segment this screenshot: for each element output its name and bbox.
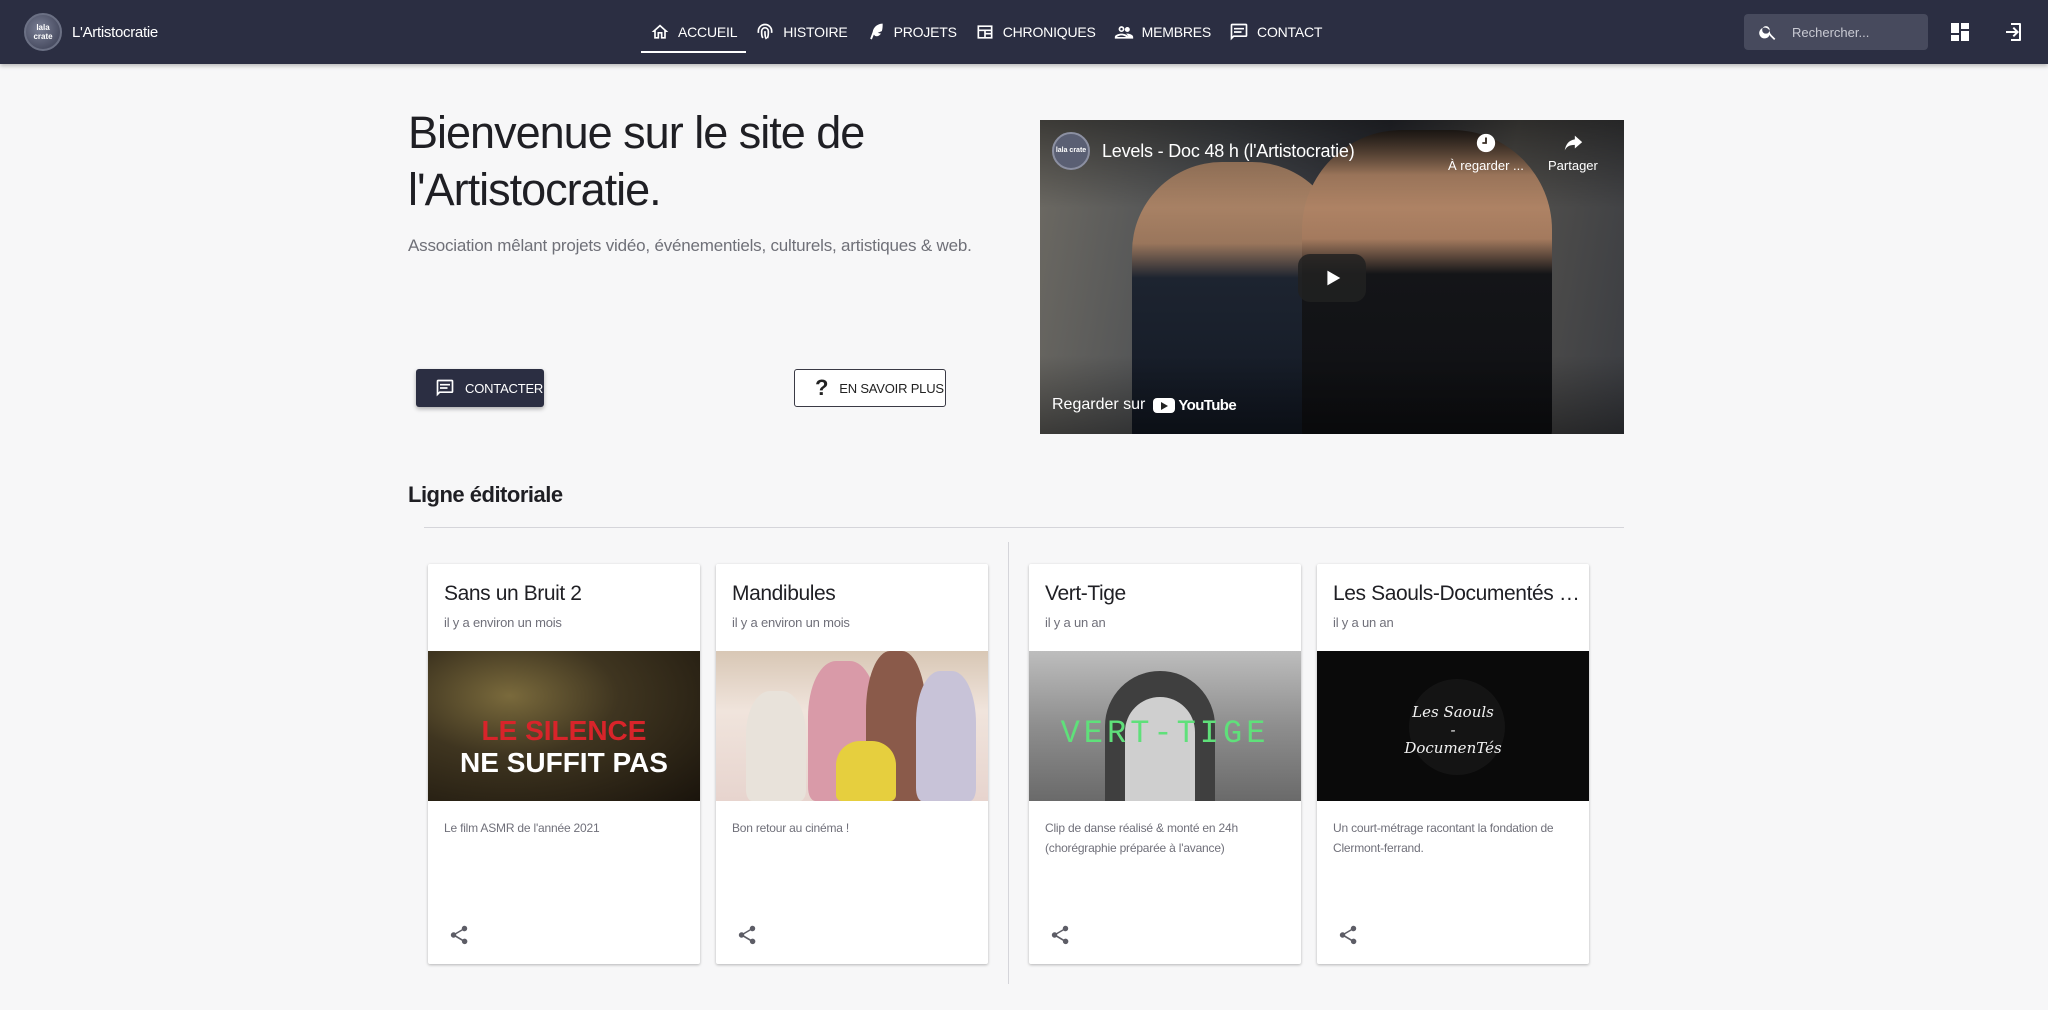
article-card[interactable]: Vert-Tige il y a un an VERT-TIGE Clip de… [1029,564,1301,964]
nav-label: Chroniques [1002,24,1096,40]
newspaper-icon [977,25,993,39]
nav-item-accueil[interactable]: Accueil [641,0,747,64]
play-icon [1327,270,1341,286]
main-nav: Accueil Histoire Projets Chroniques Memb… [641,0,1331,64]
dashboard-button[interactable] [1948,20,1972,44]
search-box[interactable] [1744,14,1928,50]
nav-label: Projets [893,24,957,40]
card-image[interactable]: LE SILENCE NE SUFFIT PAS [428,651,700,801]
people-icon [1114,26,1133,39]
nav-item-projets[interactable]: Projets [857,0,966,64]
logout-button[interactable] [2000,20,2024,44]
card-date: il y a environ un mois [732,615,850,630]
share-button[interactable] [1049,924,1073,948]
play-button[interactable] [1298,254,1366,302]
card-description: Un court-métrage racontant la fondation … [1333,821,1554,855]
youtube-icon [1153,397,1176,413]
share-icon [1051,925,1069,945]
card-title[interactable]: Vert-Tige [1045,582,1293,606]
page-subtitle: Association mêlant projets vidéo, événem… [408,236,972,255]
page-title: Bienvenue sur le site de l'Artistocratie… [408,107,865,215]
search-input[interactable] [1792,24,1912,40]
youtube-logo: YouTube [1153,397,1237,414]
divider [1008,542,1009,984]
article-card[interactable]: Les Saouls-Documentés (c... il y a un an… [1317,564,1589,964]
share-icon [738,925,756,945]
nav-label: Accueil [678,24,738,40]
message-icon [1230,23,1248,41]
share-icon [1339,925,1357,945]
top-app-bar: lala crate L'Artistocratie Accueil Histo… [0,0,2048,64]
dashboard-icon [1951,23,1969,41]
logout-icon [2006,23,2021,41]
card-description: Bon retour au cinéma ! [732,821,850,835]
home-icon [651,24,669,39]
brand[interactable]: lala crate L'Artistocratie [24,13,158,51]
nav-label: Histoire [783,24,848,40]
section-title: Ligne éditoriale [408,482,563,507]
card-image[interactable]: Les Saouls - DocumenTés [1317,651,1589,801]
search-icon [1759,26,1776,40]
card-image[interactable] [716,651,988,801]
article-card[interactable]: Mandibules il y a environ un mois Bon re… [716,564,988,964]
brand-logo: lala crate [24,13,62,51]
card-description: Le film ASMR de l'année 2021 [444,821,600,835]
nav-item-membres[interactable]: Membres [1105,0,1220,64]
clock-icon [1476,133,1496,153]
youtube-video-embed[interactable]: lala crate Levels - Doc 48 h (l'Artistoc… [1040,120,1624,434]
fingerprint-icon [757,23,773,40]
share-arrow-icon [1564,135,1583,151]
brand-name: L'Artistocratie [72,23,158,41]
message-icon [436,379,454,397]
nav-item-chroniques[interactable]: Chroniques [966,0,1105,64]
share-icon [450,925,468,945]
card-title[interactable]: Sans un Bruit 2 [444,582,692,606]
card-date: il y a un an [1333,615,1394,630]
divider [424,527,1624,528]
share-button[interactable] [736,924,760,948]
share-button[interactable] [448,924,472,948]
channel-avatar[interactable]: lala crate [1052,132,1090,170]
nav-item-histoire[interactable]: Histoire [746,0,856,64]
question-icon: ? [815,375,829,400]
card-image[interactable]: VERT-TIGE [1029,651,1301,801]
card-date: il y a un an [1045,615,1106,630]
card-title[interactable]: Mandibules [732,582,980,606]
card-title[interactable]: Les Saouls-Documentés (c... [1333,582,1581,606]
card-date: il y a environ un mois [444,615,562,630]
watch-on-youtube-link[interactable]: Regarder sur YouTube [1052,396,1237,414]
card-description: Clip de danse réalisé & monté en 24h (ch… [1045,821,1238,855]
contact-button-label: Contacter [465,380,544,396]
nav-label: Membres [1141,24,1212,40]
article-card[interactable]: Sans un Bruit 2 il y a environ un mois L… [428,564,700,964]
nav-label: Contact [1257,24,1323,40]
share-button[interactable] [1337,924,1361,948]
nav-item-contact[interactable]: Contact [1220,0,1331,64]
watch-later-button[interactable]: À regarder ... [1448,132,1524,173]
feather-icon [869,23,883,40]
contact-button[interactable]: Contacter [416,369,544,407]
share-video-button[interactable]: Partager [1548,132,1598,173]
video-title[interactable]: Levels - Doc 48 h (l'Artistocratie) [1102,141,1355,162]
learn-more-button[interactable]: ? En savoir plus [794,369,946,407]
learn-more-label: En savoir plus [839,380,944,396]
